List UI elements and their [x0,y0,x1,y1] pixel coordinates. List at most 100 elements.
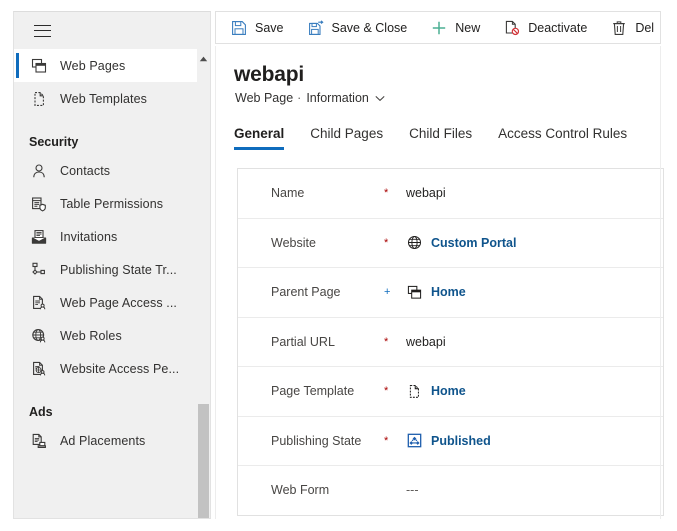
web-template-icon [29,89,49,109]
delete-trash-icon [610,19,628,37]
field-label: Name [271,186,305,201]
save-button[interactable]: Save [230,12,294,43]
field-value-text: Published [431,433,491,448]
page-template-icon [406,383,423,400]
sidebar-item-contacts[interactable]: Contacts [14,154,210,187]
app-window: Web Pages Web Templates Security Contact… [0,0,677,531]
sidebar-item-website-access-permissions[interactable]: Website Access Pe... [14,352,210,385]
field-row-parent-page: Parent Page + Home [238,268,663,318]
tab-child-files[interactable]: Child Files [409,126,472,150]
website-access-permission-icon [29,359,49,379]
command-label: Del [635,20,655,35]
required-marker: * [384,236,389,249]
tab-access-control-rules[interactable]: Access Control Rules [498,126,627,150]
hamburger-icon[interactable] [34,24,51,37]
scrollbar-thumb[interactable] [198,404,209,518]
field-row-publishing-state: Publishing State * Published [238,417,663,466]
form-selector-label: Information [306,91,369,105]
save-and-close-button[interactable]: Save & Close [307,12,418,43]
sidebar-item-invitations[interactable]: Invitations [14,220,210,253]
field-value-website[interactable]: Custom Portal [406,234,516,251]
delete-button[interactable]: Del [610,12,660,43]
sitemap-list: Web Pages Web Templates Security Contact… [14,49,210,457]
sidebar-item-label: Web Templates [60,91,147,106]
field-value-page-template[interactable]: Home [406,383,466,400]
sidebar-item-web-page-access-control-rules[interactable]: Web Page Access ... [14,286,210,319]
command-label: Deactivate [528,20,588,35]
command-label: Save [255,20,284,35]
save-floppy-icon [230,19,248,37]
field-value-text: Home [431,384,466,399]
sidebar-item-label: Table Permissions [60,196,164,211]
sidebar-item-label: Invitations [60,229,118,244]
sidebar-item-ad-placements[interactable]: Ad Placements [14,424,210,457]
sidebar-group-ads: Ads [29,405,53,419]
field-row-web-form: Web Form --- [238,466,663,516]
scroll-up-arrow-icon[interactable] [197,53,210,65]
field-value-parent-page[interactable]: Home [406,284,466,301]
command-bar: Save Save & Close New Deactivate Del [215,11,661,44]
field-value-text: Custom Portal [431,235,517,250]
sidebar-item-web-templates[interactable]: Web Templates [14,82,210,115]
save-and-close-icon [307,19,325,37]
field-label: Web Form [271,483,330,498]
field-row-page-template: Page Template * Home [238,367,663,417]
record-pane: webapi Web Page · Information General Ch… [215,46,664,519]
field-value-name[interactable]: webapi [406,186,446,200]
sidebar-item-web-roles[interactable]: Web Roles [14,319,210,352]
sitemap-scrollbar[interactable] [197,37,210,518]
deactivate-button[interactable]: Deactivate [503,12,597,43]
web-pages-icon [406,284,423,301]
field-value-publishing-state[interactable]: Published [406,432,491,449]
form-fields-card: Name * webapi Website * Custom Portal Pa… [237,168,664,516]
globe-icon [406,234,423,251]
sidebar-item-web-pages[interactable]: Web Pages [14,49,210,82]
field-value-text: webapi [406,186,446,201]
sidebar-group-security: Security [29,135,79,149]
field-label: Website [271,235,316,250]
plus-new-icon [430,19,448,37]
field-value-web-form[interactable]: --- [406,483,419,497]
field-row-name: Name * webapi [238,169,663,219]
required-marker: * [384,187,389,200]
tab-general[interactable]: General [234,126,285,150]
breadcrumb-separator: · [297,91,302,105]
required-marker [384,490,406,491]
record-subtitle: Web Page · Information [235,91,385,105]
new-button[interactable]: New [430,12,490,43]
publishing-state-transition-icon [29,260,49,280]
tab-strip: General Child Pages Child Files Access C… [234,126,661,159]
sidebar-item-label: Web Pages [60,58,126,73]
field-row-website: Website * Custom Portal [238,219,663,268]
table-permissions-icon [29,194,49,214]
deactivate-icon [503,19,521,37]
field-label: Publishing State [271,433,362,448]
field-value-text: Home [431,285,466,300]
entity-name: Web Page [235,91,294,105]
field-row-partial-url: Partial URL * webapi [238,318,663,367]
contact-person-icon [29,161,49,181]
sitemap-header [14,12,210,49]
sitemap-panel: Web Pages Web Templates Security Contact… [13,11,211,519]
publishing-state-icon [406,432,423,449]
sidebar-item-table-permissions[interactable]: Table Permissions [14,187,210,220]
chevron-down-icon [375,95,385,102]
sidebar-item-label: Publishing State Tr... [60,262,177,277]
required-marker: * [384,385,389,398]
field-value-partial-url[interactable]: webapi [406,335,446,349]
field-label: Page Template [271,384,355,399]
right-pane-divider [660,46,661,519]
tab-child-pages[interactable]: Child Pages [310,126,383,150]
form-selector[interactable]: Information [306,91,385,105]
field-value-text: --- [406,483,419,498]
content-area: Save Save & Close New Deactivate Del web… [211,0,677,531]
sidebar-item-publishing-state-transitions[interactable]: Publishing State Tr... [14,253,210,286]
page-title: webapi [234,63,304,86]
web-page-access-icon [29,293,49,313]
recommended-marker: + [384,286,391,299]
sidebar-item-label: Ad Placements [60,433,146,448]
field-value-text: webapi [406,334,446,349]
command-label: New [455,20,481,35]
